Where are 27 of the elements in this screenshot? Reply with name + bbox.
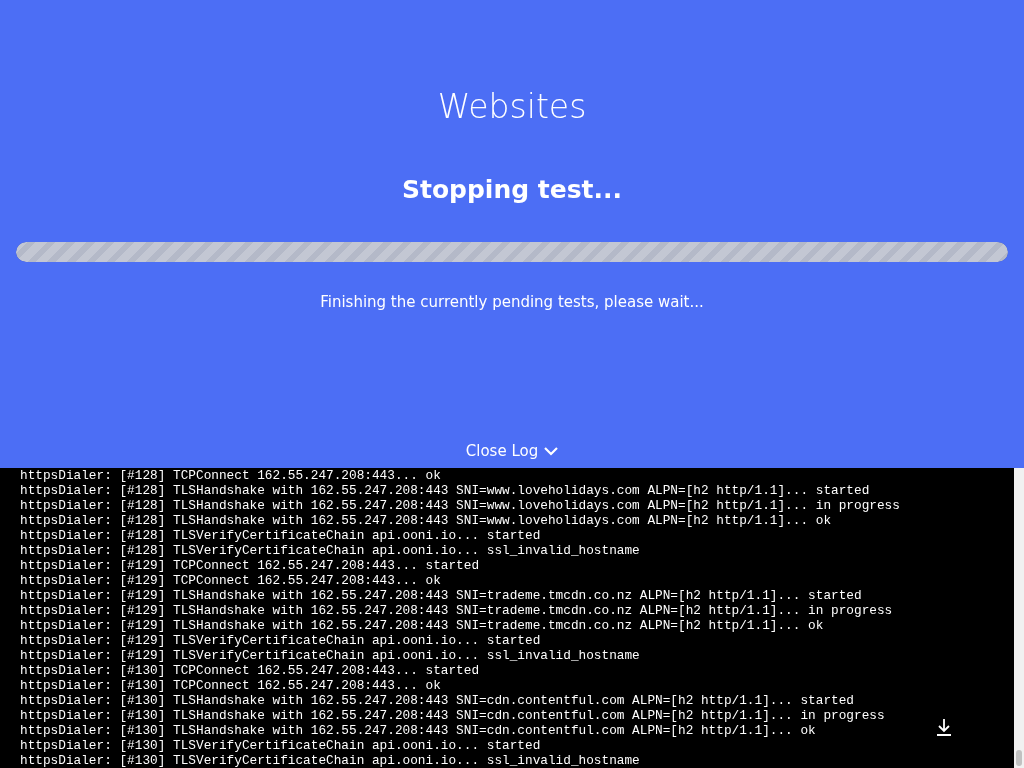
log-line: httpsDialer: [#130] TCPConnect 162.55.247.208:443... ok xyxy=(20,678,441,693)
log-line: httpsDialer: [#128] TLSHandshake with 162.55.247.208:443 SNI=www.loveholidays.com ALPN=[h2 http/1.1]... in progress xyxy=(20,498,900,513)
close-log-button[interactable]: Close Log xyxy=(465,440,559,462)
log-line: httpsDialer: [#130] TLSVerifyCertificateChain api.ooni.io... ssl_invalid_hostname xyxy=(20,753,640,768)
scrollbar[interactable] xyxy=(1014,468,1024,768)
log-line: httpsDialer: [#130] TLSHandshake with 162.55.247.208:443 SNI=cdn.contentful.com ALPN=[h2 http/1.1]... ok xyxy=(20,723,816,738)
log-line: httpsDialer: [#128] TLSVerifyCertificateChain api.ooni.io... ssl_invalid_hostname xyxy=(20,543,640,558)
log-line: httpsDialer: [#130] TLSVerifyCertificateChain api.ooni.io... started xyxy=(20,738,541,753)
log-line: httpsDialer: [#129] TLSHandshake with 162.55.247.208:443 SNI=trademe.tmcdn.co.nz ALPN=[h2 http/1.1]... in progress xyxy=(20,603,893,618)
page-title: Websites xyxy=(437,86,587,128)
log-line: httpsDialer: [#128] TLSVerifyCertificateChain api.ooni.io... started xyxy=(20,528,541,543)
log-line: httpsDialer: [#129] TLSHandshake with 162.55.247.208:443 SNI=trademe.tmcdn.co.nz ALPN=[h2 http/1.1]... started xyxy=(20,588,862,603)
log-line: httpsDialer: [#128] TLSHandshake with 162.55.247.208:443 SNI=www.loveholidays.com ALPN=[h2 http/1.1]... ok xyxy=(20,513,832,528)
log-line: httpsDialer: [#130] TCPConnect 162.55.247.208:443... started xyxy=(20,663,480,678)
log-line: httpsDialer: [#130] TLSHandshake with 162.55.247.208:443 SNI=cdn.contentful.com ALPN=[h2 http/1.1]... started xyxy=(20,693,854,708)
status-heading: Stopping test... xyxy=(401,174,623,206)
log-line: httpsDialer: [#128] TLSHandshake with 162.55.247.208:443 SNI=www.loveholidays.com ALPN=[h2 http/1.1]... started xyxy=(20,483,870,498)
log-line: httpsDialer: [#129] TLSVerifyCertificateChain api.ooni.io... started xyxy=(20,633,541,648)
log-line: httpsDialer: [#129] TCPConnect 162.55.247.208:443... ok xyxy=(20,573,441,588)
download-icon[interactable] xyxy=(936,718,952,736)
log-line: httpsDialer: [#129] TCPConnect 162.55.247.208:443... started xyxy=(20,558,480,573)
log-line: httpsDialer: [#130] TLSHandshake with 162.55.247.208:443 SNI=cdn.contentful.com ALPN=[h2 http/1.1]... in progress xyxy=(20,708,885,723)
log-line: httpsDialer: [#128] TCPConnect 162.55.247.208:443... ok xyxy=(20,468,441,483)
chevron-icon xyxy=(544,446,559,456)
log-line: httpsDialer: [#129] TLSHandshake with 162.55.247.208:443 SNI=trademe.tmcdn.co.nz ALPN=[h2 http/1.1]... ok xyxy=(20,618,824,633)
status-message: Finishing the currently pending tests, please wait... xyxy=(320,292,704,312)
log-line: httpsDialer: [#129] TLSVerifyCertificateChain api.ooni.io... ssl_invalid_hostname xyxy=(20,648,640,663)
